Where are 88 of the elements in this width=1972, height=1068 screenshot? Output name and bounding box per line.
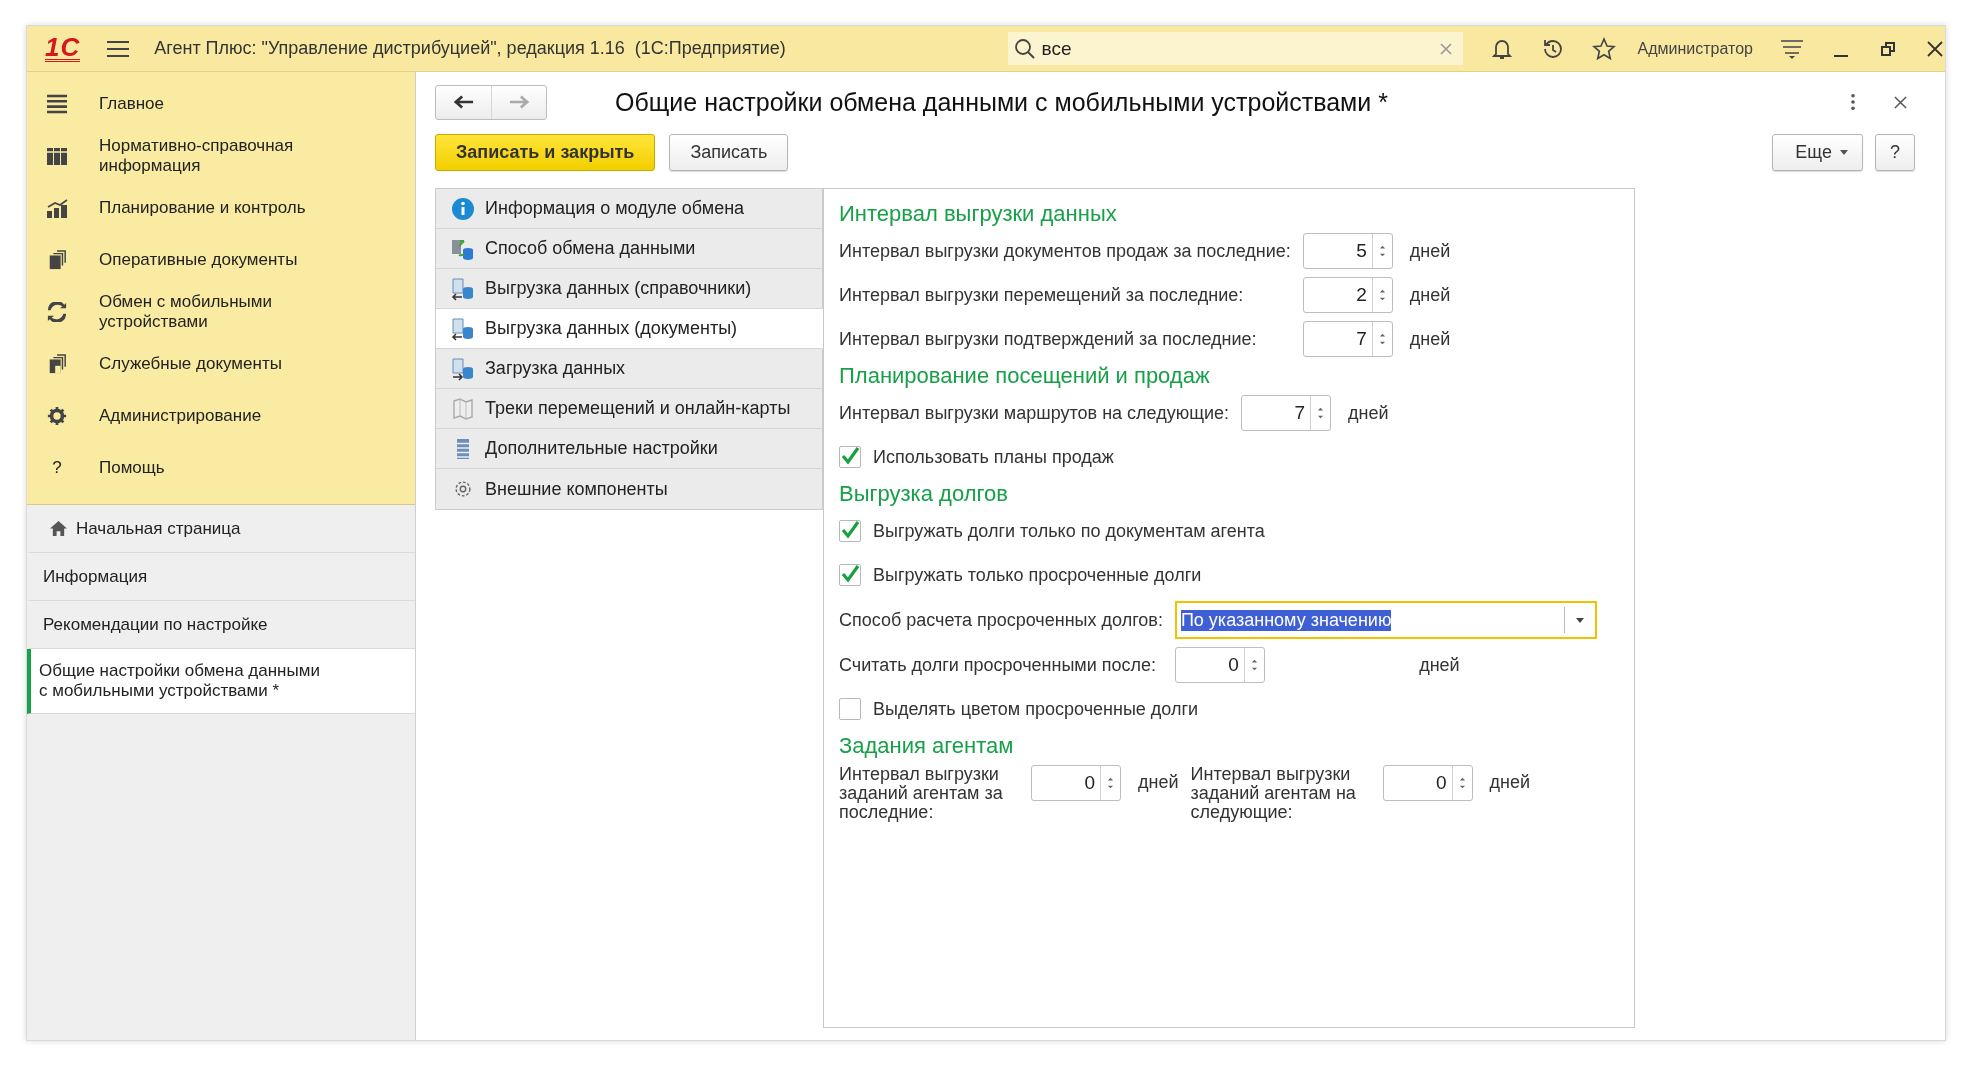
page-tab[interactable]: Способ обмена данными — [436, 229, 823, 269]
open-window-tab[interactable]: Информация — [27, 553, 415, 601]
unit-label: дней — [1348, 402, 1389, 424]
left-arrow-icon — [453, 95, 474, 109]
search-icon — [1013, 37, 1036, 60]
sync-icon — [47, 302, 67, 322]
caret-icon — [1840, 150, 1848, 155]
checkbox-label: Выгружать долги только по документам агента — [873, 520, 1265, 542]
field-label: Способ расчета просроченных долгов: — [839, 609, 1163, 631]
map-icon — [451, 396, 475, 421]
checkbox-label: Выделять цветом просроченные долги — [873, 698, 1199, 720]
unit-label: дней — [1409, 328, 1451, 350]
field-label: Интервал выгрузки заданий агентам за последние: — [839, 765, 1004, 822]
logo: 1С — [45, 35, 81, 62]
search-field[interactable]: все — [1007, 32, 1463, 65]
star-icon[interactable] — [1591, 36, 1616, 61]
section-item[interactable]: Главное — [27, 78, 415, 130]
books-icon — [46, 146, 68, 166]
clear-icon[interactable] — [1438, 41, 1453, 56]
close-icon[interactable] — [1894, 95, 1907, 109]
checkbox-label: Использовать планы продаж — [873, 446, 1114, 468]
database-document-icon — [451, 316, 475, 341]
dropdown-field[interactable]: По указанному значению — [1174, 601, 1597, 639]
list-icon — [46, 94, 68, 114]
page-tab[interactable]: Дополнительные настройки — [436, 429, 823, 469]
gear-icon — [452, 478, 474, 500]
gear-icon — [47, 406, 67, 426]
form-title: Общие настройки обмена данными с мобильными устройствами * — [615, 87, 1388, 117]
page-tab[interactable]: Выгрузка данных (справочники) — [436, 269, 823, 309]
number-field[interactable]: 7 — [1302, 321, 1393, 357]
checkbox[interactable] — [839, 446, 861, 468]
unit-label: дней — [1138, 772, 1179, 793]
database-document-icon — [451, 276, 475, 301]
settings-menu-icon[interactable] — [1780, 37, 1804, 60]
section-item[interactable]: Служебные документы — [27, 338, 415, 390]
section-item[interactable]: Оперативные документы — [27, 234, 415, 286]
caret-icon[interactable] — [1575, 617, 1584, 623]
bar-chart-icon — [46, 198, 68, 218]
user-name[interactable]: Администратор — [1637, 39, 1753, 58]
documents-icon — [47, 250, 67, 270]
field-label: Интервал выгрузки документов продаж за последние: — [839, 240, 1291, 262]
open-window-tab[interactable]: Начальная страница — [27, 505, 415, 553]
section-item[interactable]: Обмен с мобильными устройствами — [27, 286, 415, 338]
number-field[interactable]: 0 — [1031, 765, 1121, 801]
menu-icon[interactable] — [106, 38, 131, 59]
more-button[interactable]: Еще — [1772, 134, 1863, 171]
checkbox[interactable] — [839, 564, 861, 586]
window-title: Агент Плюс: "Управление дистрибуцией", редакция 1.16 (1С:Предприятие) — [154, 38, 786, 59]
unit-label: дней — [1409, 284, 1451, 306]
home-icon — [49, 520, 68, 537]
close-icon[interactable] — [1925, 38, 1945, 59]
page-tab[interactable]: Информация о модуле обмена — [436, 189, 823, 229]
field-label: Считать долги просроченными после: — [839, 654, 1158, 676]
field-label: Интервал выгрузки маршрутов на следующие: — [839, 402, 1230, 424]
number-field[interactable]: 2 — [1302, 277, 1393, 313]
checkbox[interactable] — [839, 520, 861, 542]
help-button[interactable]: ? — [1875, 134, 1915, 171]
info-icon — [451, 196, 475, 221]
unit-label: дней — [1409, 240, 1451, 262]
section-item[interactable]: Нормативно-справочная информация — [27, 130, 415, 182]
checkbox[interactable] — [839, 698, 861, 720]
save-and-close-button[interactable]: Записать и закрыть — [435, 134, 656, 171]
number-field[interactable]: 7 — [1241, 395, 1332, 431]
checkbox-label: Выгружать только просроченные долги — [873, 564, 1202, 586]
field-label: Интервал выгрузки подтверждений за последние: — [839, 328, 1258, 350]
database-document-icon — [451, 356, 475, 381]
number-field[interactable]: 0 — [1382, 765, 1473, 801]
save-button[interactable]: Записать — [669, 134, 789, 171]
page-tab[interactable]: Внешние компоненты — [436, 469, 823, 509]
section-heading: Планирование посещений и продаж — [839, 362, 1211, 390]
field-label: Интервал выгрузки заданий агентам на следующие: — [1190, 765, 1357, 822]
section-heading: Задания агентам — [839, 732, 1015, 760]
field-label: Интервал выгрузки перемещений за последние: — [839, 284, 1245, 306]
unit-label: дней — [1419, 654, 1461, 676]
open-window-tab[interactable]: Общие настройки обмена данными с мобильными устройствами * — [27, 649, 415, 714]
unit-label: дней — [1489, 772, 1531, 793]
number-field[interactable]: 0 — [1174, 647, 1265, 683]
right-arrow-icon — [509, 95, 529, 109]
section-item[interactable]: Администрирование — [27, 390, 415, 442]
more-icon[interactable] — [1850, 93, 1856, 111]
section-item[interactable]: Планирование и контроль — [27, 182, 415, 234]
page-tab[interactable]: Треки перемещений и онлайн-карты — [436, 389, 823, 429]
section-heading: Выгрузка долгов — [839, 480, 1009, 508]
page-tab[interactable]: Загрузка данных — [436, 349, 823, 389]
section-item[interactable]: ? Помощь — [27, 442, 415, 494]
documents-icon — [47, 354, 67, 374]
number-field[interactable]: 5 — [1302, 233, 1393, 269]
section-heading: Интервал выгрузки данных — [839, 200, 1118, 228]
